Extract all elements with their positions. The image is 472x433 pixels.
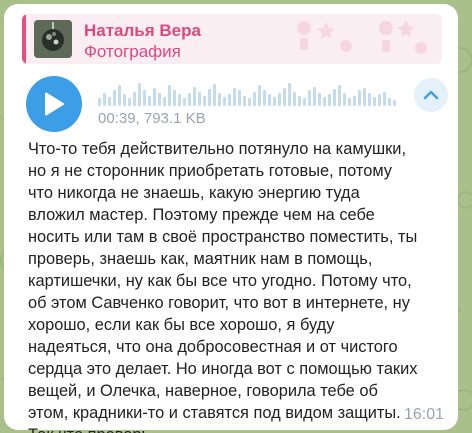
reply-photo-thumbnail [34,20,72,58]
audio-duration-size: 00:39, 793.1 KB [98,110,206,127]
waveform-bar [378,94,381,106]
waveform-bar [373,96,376,106]
waveform-bar [228,94,231,106]
waveform-bar [313,86,316,106]
message-time: 16:01 [403,406,444,423]
waveform-bar [308,90,311,106]
waveform-bar [118,85,121,106]
waveform-bar [103,93,106,106]
waveform-bar [108,96,111,106]
waveform-bar [358,90,361,106]
waveform-bar [303,98,306,106]
waveform-bar [333,89,336,106]
waveform-bar [98,98,101,106]
reply-accent-bar [22,14,26,64]
waveform-bar [198,91,201,106]
waveform-bar [258,85,261,106]
waveform-bar [113,90,116,106]
waveform-bar [218,93,221,106]
waveform-bar [153,87,156,106]
waveform-bar [293,91,296,106]
waveform-bar [143,90,146,106]
waveform-bar [203,95,206,106]
waveform-bar [168,85,171,106]
waveform-bar [323,96,326,106]
waveform-bar [188,93,191,106]
collapse-transcript-button[interactable] [414,78,448,112]
waveform-bar [263,90,266,106]
waveform-bar [328,94,331,106]
waveform-bar [353,95,356,106]
play-icon [45,92,64,116]
waveform-bar [178,94,181,106]
waveform-bar [338,85,341,106]
waveform-bar [183,98,186,106]
waveform-bar [288,82,291,106]
waveform-bar [348,98,351,106]
waveform-bar [298,95,301,106]
waveform-bar [138,82,141,106]
waveform-bar [193,86,196,106]
waveform-bar [278,93,281,106]
waveform-bar [238,90,241,106]
waveform-bar [208,89,211,106]
waveform-bar [388,98,391,106]
waveform-bar [248,98,251,106]
voice-transcript-text: Что-то тебя действительно потянуло на ка… [28,140,418,433]
waveform-bar [343,93,346,106]
waveform-bar [283,87,286,106]
waveform-bar [133,91,136,106]
reply-media-type: Фотография [84,42,181,61]
play-button[interactable] [26,76,82,132]
waveform-bar [363,87,366,106]
waveform-bar [253,91,256,106]
waveform-bar [318,93,321,106]
waveform-bar [268,94,271,106]
waveform-bar [393,99,396,106]
reply-sender-name: Наталья Вера [84,21,201,40]
waveform-bar [123,94,126,106]
waveform-bar [233,87,236,106]
waveform-bar [243,95,246,106]
chevron-up-icon [423,90,439,100]
waveform-bar [383,91,386,106]
waveform-bar [213,83,216,106]
waveform-bar [173,90,176,106]
audio-waveform[interactable] [98,80,398,106]
reply-preview[interactable]: Наталья Вера Фотография [22,14,442,64]
reply-pattern-decoration [297,20,427,54]
waveform-bar [128,98,131,106]
waveform-bar [368,93,371,106]
waveform-bar [273,96,276,106]
waveform-bar [223,96,226,106]
waveform-bar [158,93,161,106]
message-bubble[interactable]: Наталья Вера Фотография 00:39, 793.1 KB … [4,4,458,433]
waveform-bar [148,95,151,106]
waveform-bar [163,96,166,106]
